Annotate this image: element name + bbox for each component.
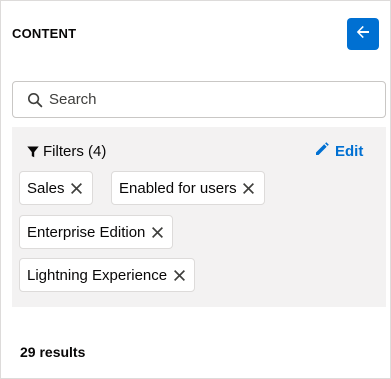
remove-filter-icon[interactable] (240, 179, 258, 197)
filter-pill-label: Enterprise Edition (27, 223, 146, 241)
filters-header: Filters (4) Edit (12, 127, 386, 171)
search-icon (27, 92, 43, 108)
filter-pill-lightning-experience: Lightning Experience (19, 258, 196, 292)
remove-filter-icon[interactable] (68, 179, 86, 197)
filter-icon (27, 145, 39, 158)
panel-title: CONTENT (12, 26, 77, 41)
edit-filters-link[interactable]: Edit (315, 141, 363, 161)
pencil-icon (315, 142, 329, 160)
search-field[interactable] (12, 81, 386, 118)
filter-pill-sales: Sales (19, 171, 93, 205)
edit-label: Edit (335, 142, 364, 160)
remove-filter-icon[interactable] (170, 266, 188, 284)
arrow-left-icon (355, 24, 371, 45)
panel-header: CONTENT (1, 1, 390, 71)
results-count: 29 results (20, 344, 86, 360)
filter-pill-label: Sales (27, 179, 65, 197)
filters-panel: Filters (4) Edit Sales Enabled for users (12, 127, 386, 307)
search-input[interactable] (49, 82, 379, 117)
filter-pill-enabled-for-users: Enabled for users (111, 171, 265, 205)
filter-pill-label: Lightning Experience (27, 266, 168, 284)
remove-filter-icon[interactable] (148, 223, 166, 241)
back-button[interactable] (347, 18, 379, 50)
filters-label: Filters (4) (43, 143, 107, 160)
content-panel: CONTENT Filters (4) (0, 0, 391, 379)
filter-pill-enterprise-edition: Enterprise Edition (19, 215, 174, 249)
filter-pill-label: Enabled for users (119, 179, 237, 197)
